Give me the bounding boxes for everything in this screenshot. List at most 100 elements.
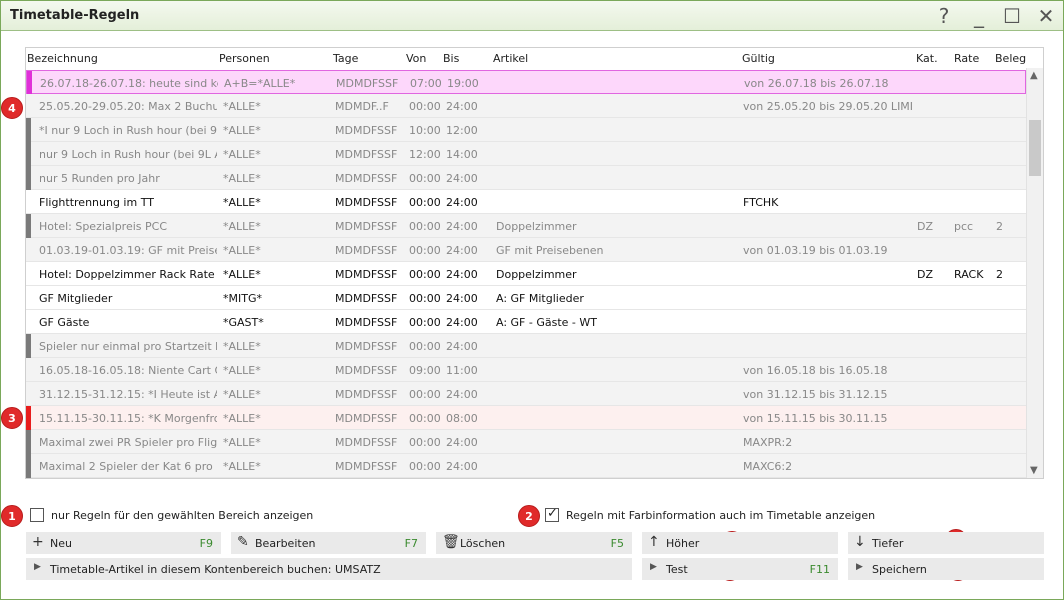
table-row[interactable]: Hotel: Spezialpreis PCC *ALLE* MDMDFSSF 00:… [26,214,1026,238]
table-row[interactable]: Flighttrennung im TT *ALLE* MDMDFSSF 00:00 2… [26,190,1026,214]
col-tage[interactable]: Tage [333,52,358,65]
cell-personen: *ALLE* [223,460,261,473]
table-row[interactable]: Maximal 2 Spieler der Kat 6 pro Fli *ALLE… [26,454,1026,478]
table-row[interactable]: 16.05.18-16.05.18: Niente Cart Ogg *ALLE*… [26,358,1026,382]
cell-von: 07:00 [410,77,442,90]
col-artikel[interactable]: Artikel [493,52,528,65]
cell-name: 15.11.15-30.11.15: *K Morgenfrost [39,412,217,425]
help-icon[interactable]: ? [931,4,957,28]
rules-table: Bezeichnung Personen Tage Von Bis Artike… [25,47,1044,479]
col-kat[interactable]: Kat. [916,52,938,65]
badge-1: 1 [1,505,23,527]
only-area-checkbox[interactable]: nur Regeln für den gewählten Bereich anz… [30,508,313,522]
cell-von: 00:00 [409,268,441,281]
expand-triangle-icon: ▶ [856,562,863,572]
delete-button[interactable]: 🗑 Löschen F5 [436,532,632,554]
col-bis[interactable]: Bis [443,52,459,65]
save-button[interactable]: ▶ Speichern [848,558,1044,580]
cell-gueltig: MAXPR:2 [743,436,793,449]
cell-bis: 24:00 [446,316,478,329]
cell-name: 25.05.20-29.05.20: Max 2 Buchunge [39,100,217,113]
cell-tage: MDMDFSSF [335,220,398,233]
table-row[interactable]: Maximal zwei PR Spieler pro Flight *ALLE*… [26,430,1026,454]
cell-personen: *ALLE* [223,388,261,401]
cell-rate: RACK [954,268,984,281]
table-row[interactable]: *I nur 9 Loch in Rush hour (bei 9L *ALLE*… [26,118,1026,142]
edit-button[interactable]: ✎ Bearbeiten F7 [231,532,426,554]
cell-artikel: A: GF - Gäste - WT [496,316,597,329]
cell-von: 00:00 [409,412,441,425]
table-row[interactable]: 25.05.20-29.05.20: Max 2 Buchunge *ALLE* M… [26,94,1026,118]
cell-name: Hotel: Doppelzimmer Rack Rate [39,268,215,281]
row-color-marker [26,406,31,430]
table-row[interactable]: Spieler nur einmal pro Startzeit bu *ALLE… [26,334,1026,358]
color-info-checkbox[interactable]: ✓ Regeln mit Farbinformation auch im Tim… [545,506,875,522]
cell-name: GF Mitglieder [39,292,113,305]
cell-von: 10:00 [409,124,441,137]
close-icon[interactable]: ✕ [1033,4,1059,28]
cell-personen: *ALLE* [223,196,261,209]
row-color-marker [27,71,32,95]
cell-personen: *ALLE* [223,244,261,257]
cell-artikel: A: GF Mitglieder [496,292,584,305]
col-rate[interactable]: Rate [954,52,979,65]
cell-personen: *ALLE* [223,220,261,233]
only-area-label: nur Regeln für den gewählten Bereich anz… [51,508,314,522]
trash-icon: 🗑 [442,534,460,550]
cell-tage: MDMDF..F [335,100,389,113]
row-color-marker [26,118,31,142]
color-info-box[interactable]: ✓ [545,506,559,522]
cell-von: 00:00 [409,244,441,257]
cell-name: Maximal zwei PR Spieler pro Flight [39,436,217,449]
scroll-thumb[interactable] [1029,120,1041,176]
col-von[interactable]: Von [406,52,426,65]
table-row[interactable]: 15.11.15-30.11.15: *K Morgenfrost *ALLE* M… [26,406,1026,430]
table-row[interactable]: GF Gäste *GAST* MDMDFSSF 00:00 24:00 A: GF - … [26,310,1026,334]
book-articles-expander[interactable]: ▶ Timetable-Artikel in diesem Kontenbere… [26,558,632,580]
cell-kat: DZ [917,220,934,233]
move-down-button[interactable]: ↓ Tiefer [848,532,1044,554]
new-button-label: Neu [50,537,72,550]
cell-name: 26.07.18-26.07.18: heute sind keine [40,77,218,90]
table-row[interactable]: nur 5 Runden pro Jahr *ALLE* MDMDFSSF 00:00… [26,166,1026,190]
cell-artikel: Doppelzimmer [496,268,577,281]
edit-button-label: Bearbeiten [255,537,316,550]
scroll-down-icon[interactable]: ▼ [1030,465,1038,476]
table-row[interactable]: GF Mitglieder *MITG* MDMDFSSF 00:00 24:00 A: … [26,286,1026,310]
col-bezeichnung[interactable]: Bezeichnung [27,52,98,65]
pencil-icon: ✎ [237,534,249,550]
cell-tage: MDMDFSSF [335,172,398,185]
expand-triangle-icon: ▶ [650,562,657,572]
table-row[interactable]: 01.03.19-01.03.19: GF mit Preisebe *ALLE*… [26,238,1026,262]
col-beleg[interactable]: Beleg [995,52,1026,65]
cell-artikel: Doppelzimmer [496,220,577,233]
row-color-marker [26,430,31,454]
table-row[interactable]: 31.12.15-31.12.15: *I Heute ist Aeri *ALL… [26,382,1026,406]
cell-name: nur 9 Loch in Rush hour (bei 9L Ar [39,148,217,161]
cell-name: Spieler nur einmal pro Startzeit bu [39,340,217,353]
cell-personen: *ALLE* [223,148,261,161]
new-button[interactable]: + Neu F9 [26,532,221,554]
minimize-icon[interactable]: _ [966,4,992,28]
cell-personen: *MITG* [223,292,262,305]
delete-button-label: Löschen [460,537,506,550]
cell-personen: *ALLE* [223,100,261,113]
scroll-up-icon[interactable]: ▲ [1030,70,1038,81]
test-button[interactable]: ▶ Test F11 [642,558,838,580]
table-row[interactable]: 26.07.18-26.07.18: heute sind keine A+B=*… [26,70,1026,95]
table-row[interactable]: nur 9 Loch in Rush hour (bei 9L Ar *ALLE*… [26,142,1026,166]
cell-personen: *ALLE* [223,340,261,353]
table-row[interactable]: Hotel: Doppelzimmer Rack Rate *ALLE* MDMDF… [26,262,1026,286]
cell-name: 31.12.15-31.12.15: *I Heute ist Aeri [39,388,217,401]
cell-gueltig: von 16.05.18 bis 16.05.18 [743,364,888,377]
delete-shortcut: F5 [610,537,624,550]
col-gueltig[interactable]: Gültig [742,52,775,65]
only-area-box[interactable] [30,508,44,522]
col-personen[interactable]: Personen [219,52,270,65]
cell-personen: *GAST* [223,316,264,329]
move-up-button[interactable]: ↑ Höher [642,532,838,554]
vertical-scrollbar[interactable]: ▲ ▼ [1026,68,1043,478]
cell-tage: MDMDFSSF [335,412,398,425]
maximize-icon[interactable]: ☐ [999,4,1025,28]
cell-name: GF Gäste [39,316,90,329]
